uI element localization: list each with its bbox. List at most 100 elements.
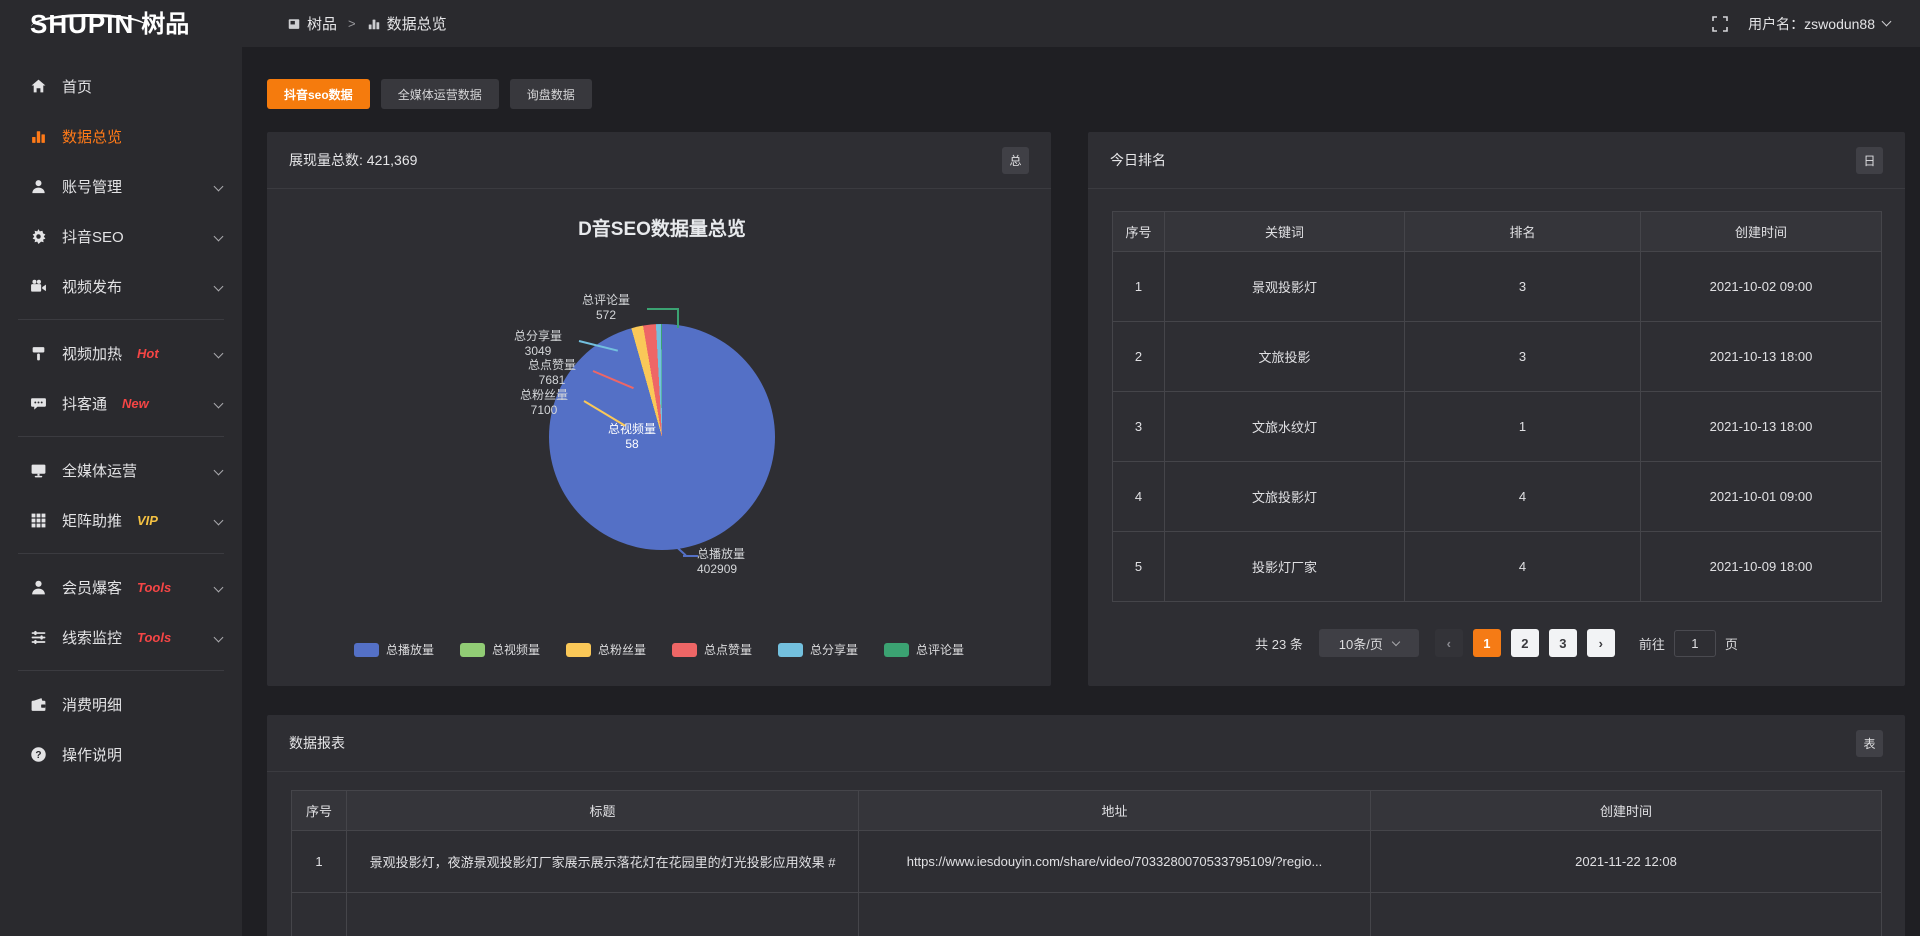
- table-row: 1景观投影灯32021-10-02 09:00: [1113, 252, 1882, 322]
- sidebar-item-label: 数据总览: [62, 126, 122, 147]
- legend-item-总粉丝量[interactable]: 总粉丝量: [566, 641, 646, 658]
- table-cell: 4: [1405, 532, 1641, 602]
- sidebar: 首页数据总览账号管理抖音SEO视频发布视频加热Hot抖客通New 全媒体运营矩阵助…: [0, 47, 242, 936]
- table-cell: 2021-10-13 18:00: [1641, 392, 1882, 462]
- page-size-select[interactable]: 10条/页: [1319, 629, 1419, 657]
- heat-brush-icon: [30, 345, 47, 362]
- table-cell: 1: [292, 831, 347, 893]
- pie-chart-area: D音SEO数据量总览 总播放量总视频量总粉丝量总点赞量总分享量总评论量 总评论量…: [267, 189, 1051, 685]
- column-header-序号: 序号: [1113, 212, 1165, 252]
- ranking-title: 今日排名: [1110, 150, 1166, 170]
- column-header-排名: 排名: [1405, 212, 1641, 252]
- report-table: 序号标题地址创建时间 1景观投影灯，夜游景观投影灯厂家展示展示落花灯在花园里的灯…: [291, 790, 1882, 936]
- legend-swatch: [460, 643, 485, 657]
- pie-label-value: 58: [597, 437, 667, 452]
- table-cell: 文旅投影: [1165, 322, 1405, 392]
- pie-label-总播放量: 总播放量402909: [697, 547, 793, 577]
- next-page-button[interactable]: ›: [1587, 629, 1615, 657]
- sidebar-item-抖音SEO[interactable]: 抖音SEO: [0, 211, 242, 261]
- total-badge-button[interactable]: 总: [1002, 147, 1029, 174]
- tab-抖音seo数据[interactable]: 抖音seo数据: [267, 79, 370, 109]
- legend-item-总视频量[interactable]: 总视频量: [460, 641, 540, 658]
- table-row: 1景观投影灯，夜游景观投影灯厂家展示展示落花灯在花园里的灯光投影应用效果 #ht…: [292, 831, 1882, 893]
- sidebar-item-线索监控[interactable]: 线索监控Tools: [0, 612, 242, 662]
- overview-panel: 展现量总数: 421,369 总 D音SEO数据量总览 总播放量总视频量总粉丝量…: [267, 132, 1051, 686]
- tab-全媒体运营数据[interactable]: 全媒体运营数据: [381, 79, 499, 109]
- legend-swatch: [354, 643, 379, 657]
- table-cell: 2021-11-22 12:08: [1371, 831, 1882, 893]
- legend-label: 总分享量: [810, 641, 858, 658]
- goto-page: 前往 页: [1639, 630, 1738, 657]
- sidebar-item-视频发布[interactable]: 视频发布: [0, 261, 242, 311]
- pie-label-总评论量: 总评论量572: [565, 293, 647, 323]
- sidebar-divider: [18, 436, 224, 437]
- table-cell[interactable]: https://www.iesdouyin.com/share/video/70…: [859, 831, 1371, 893]
- chevron-down-icon: [214, 348, 224, 358]
- pie-label-name: 总点赞量: [511, 358, 593, 373]
- pie-label-总点赞量: 总点赞量7681: [511, 358, 593, 388]
- sidebar-item-视频加热[interactable]: 视频加热Hot: [0, 328, 242, 378]
- page-button-1[interactable]: 1: [1473, 629, 1501, 657]
- day-badge-button[interactable]: 日: [1856, 147, 1883, 174]
- report-table-header: 序号标题地址创建时间: [292, 791, 1882, 831]
- legend-item-总播放量[interactable]: 总播放量: [354, 641, 434, 658]
- report-panel: 数据报表 表 序号标题地址创建时间 1景观投影灯，夜游景观投影灯厂家展示展示落花…: [267, 715, 1905, 936]
- sliders-icon: [30, 629, 47, 646]
- column-header-关键词: 关键词: [1165, 212, 1405, 252]
- data-tabs: 抖音seo数据全媒体运营数据询盘数据: [267, 79, 592, 109]
- sidebar-item-全媒体运营[interactable]: 全媒体运营: [0, 445, 242, 495]
- sidebar-item-账号管理[interactable]: 账号管理: [0, 161, 242, 211]
- pie-label-value: 3049: [497, 344, 579, 359]
- bar-chart-icon: [30, 128, 47, 145]
- chevron-down-icon: [214, 515, 224, 525]
- sidebar-item-操作说明[interactable]: ?操作说明: [0, 729, 242, 779]
- pie-label-name: 总视频量: [597, 422, 667, 437]
- legend-item-总分享量[interactable]: 总分享量: [778, 641, 858, 658]
- tab-询盘数据[interactable]: 询盘数据: [510, 79, 592, 109]
- ranking-table: 序号关键词排名创建时间 1景观投影灯32021-10-02 09:002文旅投影…: [1112, 211, 1882, 602]
- page-button-3[interactable]: 3: [1549, 629, 1577, 657]
- report-panel-header: 数据报表 表: [267, 715, 1905, 772]
- pie-label-value: 572: [565, 308, 647, 323]
- column-header-地址: 地址: [859, 791, 1371, 831]
- app-logo: SHUPIN 树品: [0, 11, 242, 37]
- ranking-panel: 今日排名 日 序号关键词排名创建时间 1景观投影灯32021-10-02 09:…: [1088, 132, 1905, 686]
- report-title: 数据报表: [289, 733, 345, 753]
- sidebar-item-抖客通[interactable]: 抖客通New: [0, 378, 242, 428]
- legend-swatch: [884, 643, 909, 657]
- legend-item-总评论量[interactable]: 总评论量: [884, 641, 964, 658]
- table-badge-button[interactable]: 表: [1856, 730, 1883, 757]
- monitor-icon: [30, 462, 47, 479]
- table-row: [292, 893, 1882, 936]
- breadcrumb-current[interactable]: 数据总览: [387, 13, 447, 34]
- video-camera-icon: [30, 278, 47, 295]
- pie-connector-line: [683, 555, 698, 557]
- svg-text:?: ?: [35, 749, 41, 760]
- prev-page-button[interactable]: ‹: [1435, 629, 1463, 657]
- sidebar-item-会员爆客[interactable]: 会员爆客Tools: [0, 562, 242, 612]
- goto-page-input[interactable]: [1674, 630, 1716, 657]
- legend-swatch: [672, 643, 697, 657]
- fullscreen-icon[interactable]: [1712, 16, 1728, 32]
- table-cell: 文旅投影灯: [1165, 462, 1405, 532]
- table-cell: 2021-10-02 09:00: [1641, 252, 1882, 322]
- sidebar-item-首页[interactable]: 首页: [0, 61, 242, 111]
- sidebar-item-badge: New: [122, 396, 149, 411]
- table-row: 3文旅水纹灯12021-10-13 18:00: [1113, 392, 1882, 462]
- legend-item-总点赞量[interactable]: 总点赞量: [672, 641, 752, 658]
- breadcrumb-root[interactable]: 树品: [307, 13, 337, 34]
- table-cell: 文旅水纹灯: [1165, 392, 1405, 462]
- table-cell: 4: [1113, 462, 1165, 532]
- chart-legend: 总播放量 总视频量 总粉丝量 总点赞量 总分享量 总评论量: [267, 641, 1051, 658]
- sidebar-divider: [18, 670, 224, 671]
- sidebar-item-消费明细[interactable]: 消费明细: [0, 679, 242, 729]
- user-menu[interactable]: 用户名：zswodun88: [1748, 14, 1890, 34]
- chevron-down-icon: [214, 231, 224, 241]
- sidebar-item-label: 消费明细: [62, 694, 122, 715]
- sidebar-item-badge: Hot: [137, 346, 159, 361]
- sidebar-item-矩阵助推[interactable]: 矩阵助推VIP: [0, 495, 242, 545]
- sidebar-item-数据总览[interactable]: 数据总览: [0, 111, 242, 161]
- pie-connector-line: [677, 308, 679, 328]
- page-button-2[interactable]: 2: [1511, 629, 1539, 657]
- sidebar-item-badge: Tools: [137, 580, 171, 595]
